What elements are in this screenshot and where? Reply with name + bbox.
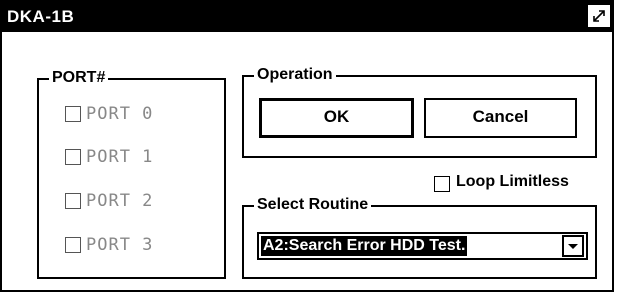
port-2-label: PORT 2 <box>86 191 154 211</box>
title-bar[interactable]: DKA-1B <box>2 2 612 32</box>
window-title: DKA-1B <box>7 7 75 26</box>
dialog-window: DKA-1B PORT# PORT 0 PORT 1 PORT 2 PORT 3… <box>0 0 614 292</box>
loop-limitless-checkbox[interactable] <box>434 176 450 192</box>
chevron-down-icon <box>568 244 578 249</box>
resize-button[interactable] <box>588 5 610 27</box>
port-1-checkbox[interactable] <box>65 149 81 165</box>
port-group-legend: PORT# <box>49 68 109 88</box>
routine-dropdown-button[interactable] <box>562 235 584 257</box>
port-3-label: PORT 3 <box>86 235 154 255</box>
operation-group-legend: Operation <box>254 65 336 85</box>
port-2-checkbox[interactable] <box>65 193 81 209</box>
ok-button[interactable]: OK <box>259 98 414 138</box>
select-routine-legend: Select Routine <box>254 195 372 215</box>
routine-select[interactable]: A2:Search Error HDD Test. <box>257 232 588 260</box>
port-0-checkbox[interactable] <box>65 106 81 122</box>
cancel-button[interactable]: Cancel <box>424 98 577 138</box>
routine-selected-value: A2:Search Error HDD Test. <box>261 236 468 256</box>
loop-limitless-label: Loop Limitless <box>456 173 569 190</box>
port-0-label: PORT 0 <box>86 104 154 124</box>
resize-icon <box>593 10 605 22</box>
port-3-checkbox[interactable] <box>65 237 81 253</box>
port-1-label: PORT 1 <box>86 147 154 167</box>
